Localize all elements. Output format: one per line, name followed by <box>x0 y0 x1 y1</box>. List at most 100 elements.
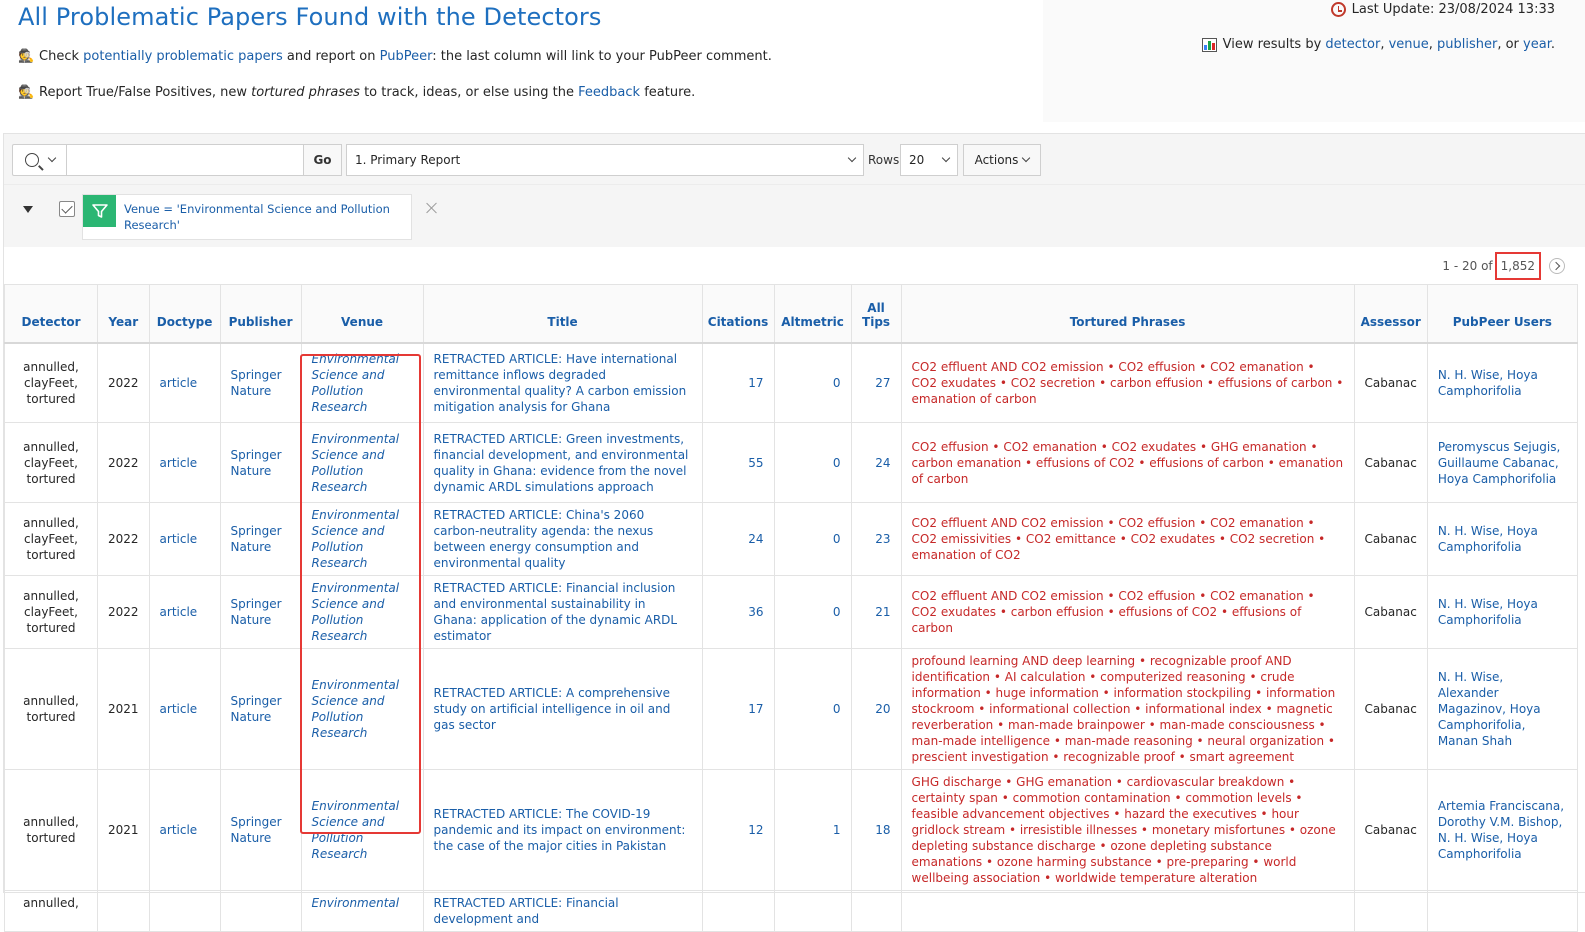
cell-publisher[interactable]: Springer Nature <box>219 769 302 891</box>
cell-citations[interactable]: 55 <box>701 422 775 503</box>
col-title[interactable]: Title <box>422 284 703 344</box>
cell-title[interactable]: RETRACTED ARTICLE: Have international re… <box>422 342 703 423</box>
cell-doctype[interactable]: article <box>148 648 221 770</box>
col-pubpeer-users[interactable]: PubPeer Users <box>1426 284 1578 344</box>
cell-venue[interactable]: Environmental Science and Pollution Rese… <box>300 342 424 423</box>
cell-venue[interactable]: Environmental Science and Pollution Rese… <box>300 575 424 649</box>
cell-doctype[interactable]: article <box>148 769 221 891</box>
pagination-range: 1 - 20 of <box>1442 259 1493 273</box>
view-by-detector-link[interactable]: detector <box>1325 37 1380 52</box>
pagination-total: 1,852 <box>1494 252 1541 280</box>
col-venue[interactable]: Venue <box>300 284 424 344</box>
cell-detector: annulled, clayFeet, tortured <box>4 575 98 649</box>
col-detector[interactable]: Detector <box>4 284 98 344</box>
view-by-venue-link[interactable]: venue <box>1389 37 1429 52</box>
cell-publisher[interactable]: Springer Nature <box>219 648 302 770</box>
cell-altmetric[interactable]: 0 <box>773 502 852 576</box>
col-all-tips[interactable]: All Tips <box>850 284 902 344</box>
cell-publisher[interactable] <box>219 890 302 932</box>
cell-all-tips[interactable]: 18 <box>850 769 902 891</box>
cell-pubpeer-users[interactable]: N. H. Wise, Hoya Camphorifolia <box>1426 502 1578 576</box>
cell-all-tips[interactable] <box>850 890 902 932</box>
table-header-row: Detector Year Doctype Publisher Venue Ti… <box>4 284 1578 344</box>
table-row: annulled, tortured 2021 article Springer… <box>4 648 1578 770</box>
actions-menu-button[interactable]: Actions <box>963 144 1041 176</box>
cell-citations[interactable]: 12 <box>701 769 775 891</box>
search-group: Go <box>12 144 342 176</box>
next-page-button[interactable] <box>1549 258 1565 274</box>
cell-doctype[interactable]: article <box>148 342 221 423</box>
cell-publisher[interactable]: Springer Nature <box>219 575 302 649</box>
col-altmetric[interactable]: Altmetric <box>773 284 852 344</box>
cell-citations[interactable]: 36 <box>701 575 775 649</box>
cell-all-tips[interactable]: 24 <box>850 422 902 503</box>
cell-altmetric[interactable]: 0 <box>773 648 852 770</box>
cell-all-tips[interactable]: 23 <box>850 502 902 576</box>
cell-title[interactable]: RETRACTED ARTICLE: The COVID-19 pandemic… <box>422 769 703 891</box>
cell-year <box>97 890 150 932</box>
cell-venue[interactable]: Environmental Science and Pollution Rese… <box>300 648 424 770</box>
cell-all-tips[interactable]: 21 <box>850 575 902 649</box>
cell-pubpeer-users[interactable]: N. H. Wise, Hoya Camphorifolia <box>1426 575 1578 649</box>
cell-title[interactable]: RETRACTED ARTICLE: Financial inclusion a… <box>422 575 703 649</box>
cell-all-tips[interactable]: 27 <box>850 342 902 423</box>
cell-doctype[interactable]: article <box>148 502 221 576</box>
cell-year: 2021 <box>97 648 150 770</box>
col-doctype[interactable]: Doctype <box>148 284 221 344</box>
view-by-year-link[interactable]: year <box>1523 37 1551 52</box>
cell-citations[interactable]: 17 <box>701 648 775 770</box>
col-citations[interactable]: Citations <box>701 284 775 344</box>
alarm-clock-icon <box>1330 2 1346 17</box>
actions-label: Actions <box>974 153 1019 167</box>
view-by-publisher-link[interactable]: publisher <box>1437 37 1497 52</box>
pubpeer-link[interactable]: PubPeer <box>380 49 433 64</box>
cell-publisher[interactable]: Springer Nature <box>219 422 302 503</box>
cell-altmetric[interactable]: 0 <box>773 575 852 649</box>
rows-per-page-select[interactable]: 20 <box>900 144 958 176</box>
cell-title[interactable]: RETRACTED ARTICLE: Green investments, fi… <box>422 422 703 503</box>
remove-filter-icon[interactable] <box>425 201 439 215</box>
filter-enabled-checkbox[interactable] <box>59 201 75 217</box>
cell-citations[interactable]: 17 <box>701 342 775 423</box>
intro-report-line: 🕵 Report True/False Positives, new tortu… <box>18 85 695 100</box>
cell-altmetric[interactable]: 1 <box>773 769 852 891</box>
cell-title[interactable]: RETRACTED ARTICLE: China's 2060 carbon-n… <box>422 502 703 576</box>
col-assessor[interactable]: Assessor <box>1353 284 1428 344</box>
saved-report-select[interactable]: 1. Primary Report <box>346 144 864 176</box>
cell-pubpeer-users[interactable] <box>1426 890 1578 932</box>
cell-tortured-phrases: CO2 effluent AND CO2 emission • CO2 effu… <box>900 502 1355 576</box>
cell-citations[interactable]: 24 <box>701 502 775 576</box>
cell-pubpeer-users[interactable]: N. H. Wise, Alexander Magazinov, Hoya Ca… <box>1426 648 1578 770</box>
cell-doctype[interactable]: article <box>148 575 221 649</box>
col-tortured-phrases[interactable]: Tortured Phrases <box>900 284 1355 344</box>
cell-doctype[interactable] <box>148 890 221 932</box>
cell-title[interactable]: RETRACTED ARTICLE: Financial development… <box>422 890 703 932</box>
view-results: View results by detector, venue, publish… <box>1201 37 1555 52</box>
col-publisher[interactable]: Publisher <box>219 284 302 344</box>
search-column-button[interactable] <box>12 144 66 176</box>
cell-doctype[interactable]: article <box>148 422 221 503</box>
go-button[interactable]: Go <box>304 144 342 176</box>
cell-venue[interactable]: Environmental Science and Pollution Rese… <box>300 502 424 576</box>
cell-publisher[interactable]: Springer Nature <box>219 342 302 423</box>
cell-venue[interactable]: Environmental Science and Pollution Rese… <box>300 422 424 503</box>
table-row: annulled, clayFeet, tortured 2022 articl… <box>4 575 1578 649</box>
cell-pubpeer-users[interactable]: Artemia Franciscana, Dorothy V.M. Bishop… <box>1426 769 1578 891</box>
collapse-filters-icon[interactable] <box>23 206 33 213</box>
venue-filter[interactable]: Venue = 'Environmental Science and Pollu… <box>82 194 412 240</box>
cell-publisher[interactable]: Springer Nature <box>219 502 302 576</box>
cell-all-tips[interactable]: 20 <box>850 648 902 770</box>
cell-altmetric[interactable]: 0 <box>773 422 852 503</box>
cell-pubpeer-users[interactable]: N. H. Wise, Hoya Camphorifolia <box>1426 342 1578 423</box>
cell-citations[interactable] <box>701 890 775 932</box>
feedback-link[interactable]: Feedback <box>578 85 640 100</box>
cell-altmetric[interactable] <box>773 890 852 932</box>
cell-altmetric[interactable]: 0 <box>773 342 852 423</box>
problematic-papers-link[interactable]: potentially problematic papers <box>83 49 283 64</box>
cell-pubpeer-users[interactable]: Peromyscus Sejugis, Guillaume Cabanac, H… <box>1426 422 1578 503</box>
search-input[interactable] <box>66 144 304 176</box>
cell-venue[interactable]: Environmental Science and Pollution Rese… <box>300 769 424 891</box>
cell-venue[interactable]: Environmental <box>300 890 424 932</box>
cell-title[interactable]: RETRACTED ARTICLE: A comprehensive study… <box>422 648 703 770</box>
col-year[interactable]: Year <box>97 284 150 344</box>
